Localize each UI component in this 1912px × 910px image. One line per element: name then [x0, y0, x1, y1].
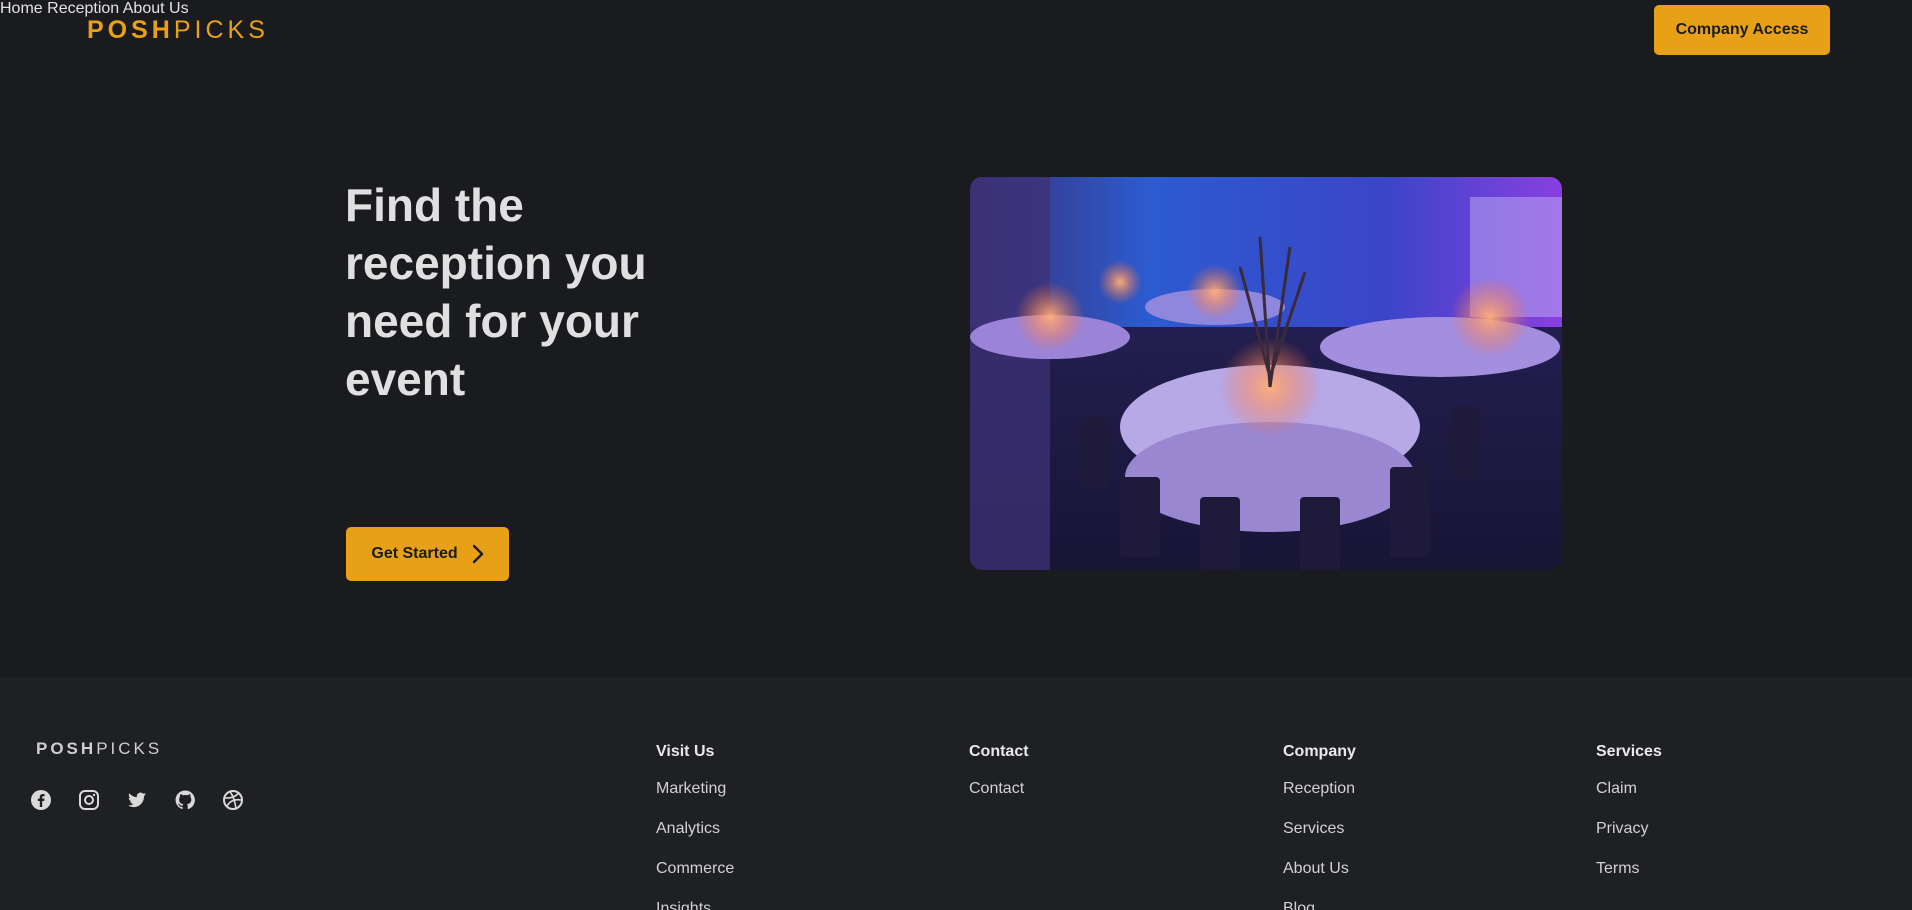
- hero-title: Find the reception you need for your eve…: [345, 179, 647, 405]
- footer-link-reception[interactable]: Reception: [1283, 780, 1356, 820]
- footer-column-services: Services Claim Privacy Terms: [1596, 743, 1662, 900]
- get-started-label: Get Started: [371, 545, 458, 562]
- footer-link-analytics[interactable]: Analytics: [656, 820, 734, 860]
- nav-home[interactable]: Home: [0, 0, 43, 17]
- footer-column-visit-us: Visit Us Marketing Analytics Commerce In…: [656, 743, 734, 910]
- footer-link-blog[interactable]: Blog: [1283, 900, 1356, 910]
- facebook-icon[interactable]: [30, 789, 52, 811]
- main-nav: Home Reception About Us: [0, 0, 1912, 18]
- instagram-icon[interactable]: [78, 789, 100, 811]
- footer-column-contact: Contact Contact: [969, 743, 1029, 820]
- hero-event-photo: [970, 177, 1562, 570]
- footer-heading: Services: [1596, 743, 1662, 760]
- social-links: [30, 789, 244, 811]
- footer-link-claim[interactable]: Claim: [1596, 780, 1662, 820]
- footer-link-services[interactable]: Services: [1283, 820, 1356, 860]
- footer-column-company: Company Reception Services About Us Blog: [1283, 743, 1356, 910]
- footer-link-commerce[interactable]: Commerce: [656, 860, 734, 900]
- page: POSHPICKS Home Reception About Us Compan…: [0, 0, 1912, 910]
- dribbble-icon[interactable]: [222, 789, 244, 811]
- twitter-icon[interactable]: [126, 789, 148, 811]
- footer-link-terms[interactable]: Terms: [1596, 860, 1662, 900]
- footer-link-privacy[interactable]: Privacy: [1596, 820, 1662, 860]
- footer-link-about-us[interactable]: About Us: [1283, 860, 1356, 900]
- nav-reception[interactable]: Reception: [47, 0, 119, 17]
- brand-logo[interactable]: POSHPICKS: [87, 16, 269, 45]
- footer-link-contact[interactable]: Contact: [969, 780, 1029, 820]
- nav-about-us[interactable]: About Us: [123, 0, 189, 17]
- company-access-button[interactable]: Company Access: [1654, 5, 1830, 55]
- footer-heading: Visit Us: [656, 743, 715, 760]
- footer-link-insights[interactable]: Insights: [656, 900, 734, 910]
- footer-heading: Company: [1283, 743, 1356, 760]
- top-navbar: POSHPICKS Home Reception About Us Compan…: [0, 0, 1912, 60]
- site-footer: POSHPICKS Visit Us Marketing Analytics C…: [0, 677, 1912, 910]
- get-started-button[interactable]: Get Started: [346, 527, 509, 581]
- footer-link-marketing[interactable]: Marketing: [656, 780, 734, 820]
- footer-heading: Contact: [969, 743, 1029, 760]
- footer-logo[interactable]: POSHPICKS: [36, 739, 162, 759]
- chevron-right-icon: [472, 544, 483, 564]
- github-icon[interactable]: [174, 789, 196, 811]
